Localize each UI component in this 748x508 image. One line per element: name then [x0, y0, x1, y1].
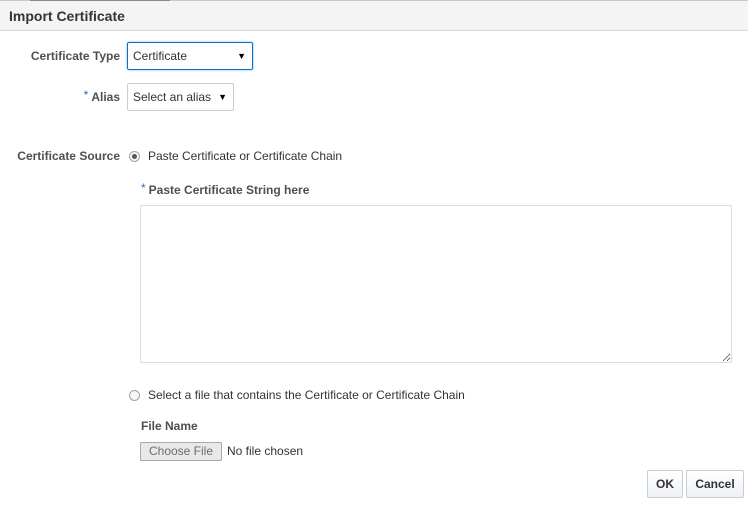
- select-file-radio[interactable]: [129, 390, 140, 401]
- alias-label-group: * Alias: [83, 88, 120, 104]
- alias-value: Select an alias: [133, 90, 212, 104]
- paste-field-label: Paste Certificate String here: [148, 183, 310, 197]
- alias-required-icon: *: [83, 88, 89, 102]
- file-name-label: File Name: [141, 419, 198, 433]
- ok-button[interactable]: OK: [647, 470, 683, 498]
- choose-file-button[interactable]: Choose File: [140, 442, 222, 461]
- certificate-type-select[interactable]: Certificate ▼: [127, 42, 253, 70]
- paste-certificate-radio-label[interactable]: Paste Certificate or Certificate Chain: [148, 149, 342, 163]
- paste-certificate-radio[interactable]: [129, 151, 140, 162]
- dialog-header: Import Certificate: [0, 1, 748, 31]
- paste-field-label-group: * Paste Certificate String here: [141, 181, 310, 197]
- alias-select[interactable]: Select an alias ▼: [127, 83, 234, 111]
- paste-required-icon: *: [141, 181, 146, 195]
- select-file-radio-label[interactable]: Select a file that contains the Certific…: [148, 388, 465, 402]
- radio-selected-icon: [132, 154, 137, 159]
- caret-down-icon: ▼: [237, 51, 246, 61]
- certificate-source-label: Certificate Source: [17, 149, 120, 163]
- certificate-type-label: Certificate Type: [30, 49, 120, 63]
- caret-down-icon: ▼: [218, 92, 227, 102]
- file-status-text: No file chosen: [227, 444, 304, 458]
- dialog-title: Import Certificate: [9, 8, 125, 24]
- alias-label: Alias: [91, 90, 120, 104]
- certificate-type-value: Certificate: [133, 49, 188, 63]
- cancel-button[interactable]: Cancel: [686, 470, 744, 498]
- certificate-string-textarea[interactable]: [140, 205, 732, 363]
